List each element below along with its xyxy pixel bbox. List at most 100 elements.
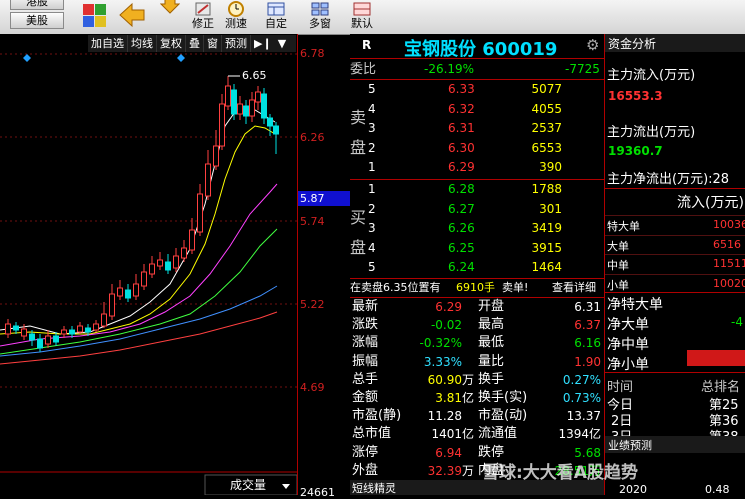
stat-value: 0.27% <box>562 372 601 387</box>
top-toolbar: 港股 美股 修正 测速 自定 多窗 默认 <box>0 0 745 35</box>
stat-label: 涨跌 <box>352 317 379 333</box>
window-tab[interactable]: 窗 <box>204 35 222 52</box>
stat-label: 最低 <box>478 335 505 351</box>
kline-chart-canvas[interactable]: 6.65 成交量 <box>0 34 298 496</box>
order-level: 2 <box>368 140 376 155</box>
order-volume: 5077 <box>531 82 562 96</box>
multi-window-label: 多窗 <box>309 17 331 30</box>
candle-body <box>37 338 43 349</box>
candle-body <box>219 103 225 147</box>
stat-value: 1.90 <box>574 354 601 369</box>
candle-body <box>13 325 19 331</box>
sell-side-label: 卖 <box>350 108 367 127</box>
ytick: 4.69 <box>300 381 325 394</box>
candle-body <box>61 329 67 335</box>
stat-label: 流通值 <box>478 426 518 442</box>
stat-label: 总手 <box>352 371 379 387</box>
sell-order-row[interactable]: 5 6.33 5077 <box>368 80 604 99</box>
candle-body <box>197 193 203 233</box>
down-arrow-icon[interactable] <box>159 0 182 14</box>
order-price: 6.30 <box>448 140 475 155</box>
short-line-tab[interactable]: 短线精灵 <box>352 480 396 496</box>
sell-order-row[interactable]: 3 6.31 2537 <box>368 119 604 138</box>
quote-panel: R 宝钢股份 600019 ⚙ 委比 -26.19% -7725 卖 盘 5 6… <box>350 34 604 495</box>
net-row: 净中单 <box>605 332 745 353</box>
stat-label: 金额 <box>352 390 379 405</box>
overlay-tab[interactable]: 叠 <box>186 35 204 52</box>
candle-body <box>141 271 147 287</box>
chevron-down-icon[interactable]: ▼ <box>275 35 289 52</box>
buy-order-row[interactable]: 3 6.26 3419 <box>368 219 604 238</box>
candle-body <box>165 261 171 271</box>
candle-body <box>157 259 163 267</box>
candle-body <box>133 283 139 297</box>
candle-body <box>181 247 187 259</box>
buy-order-row[interactable]: 4 6.25 3915 <box>368 239 604 258</box>
stat-value: 32.39 <box>427 463 462 478</box>
candle-body <box>45 335 51 345</box>
multi-window-tool[interactable]: 多窗 <box>303 0 337 34</box>
price-axis: 6.78 6.26 5.87 5.74 5.22 4.69 24661 <box>297 34 351 499</box>
notice-suffix: 卖单! <box>502 281 529 294</box>
fund-title[interactable]: 资金分析 <box>608 35 656 52</box>
stat-value: 6.29 <box>435 300 462 314</box>
fund-row-value: 10036 <box>713 218 745 231</box>
order-price: 6.28 <box>448 182 475 196</box>
buy-order-row[interactable]: 2 6.27 301 <box>368 200 604 219</box>
stat-value: 1394亿 <box>558 427 601 442</box>
kline-chart[interactable]: 6.65 成交量 <box>0 34 298 496</box>
back-arrow-icon[interactable] <box>118 2 148 30</box>
stat-label: 量比 <box>478 353 505 369</box>
order-price: 6.27 <box>448 201 475 216</box>
play-icon[interactable]: ▶❙ <box>251 35 275 52</box>
custom-tool[interactable]: 自定 <box>259 0 293 34</box>
sell-order-row[interactable]: 1 6.29 390 <box>368 158 604 177</box>
stat-row: 金额 3.81 亿 换手(实) 0.73% <box>350 389 604 407</box>
buy-order-row[interactable]: 5 6.24 1464 <box>368 258 604 277</box>
stat-label: 外盘 <box>352 462 379 478</box>
adjust-tab[interactable]: 复权 <box>157 35 186 52</box>
net-label: 主力净流出(万元):28 <box>607 172 730 187</box>
buy-order-row[interactable]: 1 6.28 1788 <box>368 180 604 199</box>
ytick: 6.78 <box>300 47 325 60</box>
stat-label: 开盘 <box>478 299 505 314</box>
candle-body <box>69 329 75 335</box>
sell-order-row[interactable]: 4 6.32 4055 <box>368 100 604 119</box>
stat-value: 6.94 <box>435 445 462 460</box>
rank-header-time: 时间 <box>607 380 634 395</box>
gear-icon[interactable]: ⚙ <box>586 36 599 54</box>
fund-table-row: 中单 11511 <box>605 254 745 274</box>
stat-value: 6.31 <box>574 300 601 314</box>
hk-stock-button[interactable]: 港股 <box>10 0 64 10</box>
candle-body <box>267 117 273 127</box>
weibi-val: -7725 <box>565 62 600 76</box>
perf-title[interactable]: 业绩预测 <box>608 437 652 453</box>
buy-side-label: 盘 <box>350 238 367 257</box>
order-volume: 4055 <box>531 101 562 116</box>
correct-tool[interactable]: 修正 <box>186 0 220 34</box>
watermark: 雪球:大大看A股趋势 <box>482 463 638 483</box>
forecast-tab[interactable]: 预测 <box>222 35 251 52</box>
order-level: 1 <box>368 182 376 196</box>
default-tool[interactable]: 默认 <box>345 0 379 34</box>
candle-body <box>231 89 237 115</box>
order-price: 6.32 <box>448 101 475 116</box>
fund-table-row: 大单 6516 <box>605 234 745 255</box>
stat-value: 1401 <box>431 427 462 442</box>
stat-unit: 亿 <box>462 427 475 442</box>
volume-tab[interactable]: 成交量 <box>230 477 266 492</box>
color-grid-icon[interactable] <box>80 0 110 32</box>
sell-order-row[interactable]: 2 6.30 6553 <box>368 139 604 158</box>
ma-tab[interactable]: 均线 <box>128 35 157 52</box>
stat-value: 3.81 <box>435 391 462 405</box>
candle-body <box>85 327 91 333</box>
speed-test-tool[interactable]: 测速 <box>219 0 253 34</box>
stat-value: 13.37 <box>566 409 601 424</box>
ma20-line <box>0 183 278 347</box>
add-watchlist-tab[interactable]: 加自选 <box>88 35 128 52</box>
stat-label: 换手 <box>478 371 505 387</box>
marker-diamond <box>177 54 185 62</box>
us-stock-button[interactable]: 美股 <box>10 12 64 29</box>
detail-link[interactable]: 查看详细 <box>552 278 596 297</box>
perf-header: 业绩预测 <box>605 436 745 453</box>
